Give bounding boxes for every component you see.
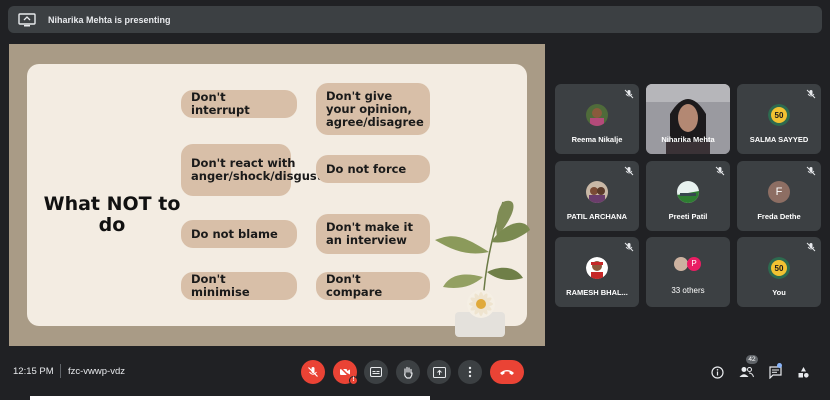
raise-hand-icon [404,366,413,379]
avatar [586,257,608,279]
activities-icon [798,366,809,378]
clock: 12:15 PM [13,366,54,377]
presenting-text: Niharika Mehta is presenting [48,14,171,25]
people-count-badge: 42 [746,355,758,364]
others-count: 33 others [671,286,705,295]
slide-item: Don't minimise [181,272,297,300]
slide-item: Don't give your opinion, agree/disagree [316,83,430,135]
slide-item: Don't react with anger/shock/disgust [181,144,322,196]
plant-illustration [435,200,530,337]
participant-tile[interactable]: Preeti Patil [646,161,730,231]
more-options-button[interactable] [458,360,482,384]
leave-call-button[interactable] [490,360,524,384]
taskbar-edge [30,396,430,400]
camera-off-icon [339,366,351,378]
mic-off-icon [308,367,318,377]
avatar [586,181,608,203]
slide-item: Do not blame [181,220,297,248]
avatar: 50 [768,104,790,126]
slide-item: Do not force [316,155,430,183]
participant-name: Freda Dethe [757,212,801,221]
participant-video-tile[interactable]: Niharika Mehta [646,84,730,154]
divider [60,364,61,378]
avatar [586,104,608,126]
slide-item: Don't make it an interview [316,214,430,254]
activities-button[interactable] [795,364,811,380]
participant-name: Niharika Mehta [661,135,715,144]
captions-icon [370,367,382,377]
slide-item: Don't interrupt [181,90,297,118]
participant-tile[interactable]: F Freda Dethe [737,161,821,231]
more-options-icon [468,366,472,378]
mic-off-icon [806,166,816,176]
mic-off-icon [624,89,634,99]
mic-off-icon [806,242,816,252]
meet-window: Niharika Mehta is presenting What NOT to… [0,0,830,400]
mic-off-icon [624,242,634,252]
svg-text:50: 50 [775,264,784,273]
participant-tile[interactable]: Reema Nikalje [555,84,639,154]
mic-off-icon [715,166,725,176]
participant-name: Preeti Patil [668,212,708,221]
participant-tile[interactable]: RAMESH BHAL... [555,237,639,307]
presenting-icon [18,12,36,26]
slide-item: Don't compare [316,272,430,300]
info-icon [710,365,724,379]
info-button[interactable] [709,364,725,380]
participant-tile[interactable]: 50 SALMA SAYYED [737,84,821,154]
meeting-code: fzc-vwwp-vdz [68,366,126,377]
mic-off-icon [624,166,634,176]
avatar [677,181,699,203]
participant-name: You [772,288,786,297]
present-screen-icon [432,366,446,378]
bottom-toolbar: 12:15 PM fzc-vwwp-vdz ! [0,352,830,392]
people-button[interactable] [738,364,754,380]
slide: What NOT to do Don't interrupt Don't giv… [27,64,530,337]
mic-toggle-button[interactable] [301,360,325,384]
people-icon [739,367,754,378]
chat-notification-dot [777,363,782,368]
captions-button[interactable] [364,360,388,384]
camera-warning-badge: ! [349,376,358,385]
others-tile[interactable]: P 33 others [646,237,730,307]
participant-tile[interactable]: PATIL ARCHANA [555,161,639,231]
raise-hand-button[interactable] [396,360,420,384]
participant-name: Reema Nikalje [571,135,623,144]
participant-name: PATIL ARCHANA [566,212,628,221]
other-avatar [674,257,688,271]
participant-name: SALMA SAYYED [749,135,809,144]
mic-off-icon [806,89,816,99]
hangup-icon [500,370,514,375]
slide-heading: What NOT to do [43,193,181,236]
other-avatar-initial: P [687,257,701,271]
avatar: 50 [768,257,790,279]
self-tile[interactable]: 50 You [737,237,821,307]
presenting-banner: Niharika Mehta is presenting [8,6,822,33]
present-button[interactable] [427,360,451,384]
avatar-initial: F [768,181,790,203]
presentation-area: What NOT to do Don't interrupt Don't giv… [9,44,545,346]
participant-name: RAMESH BHAL... [566,288,628,297]
svg-text:50: 50 [775,111,784,120]
